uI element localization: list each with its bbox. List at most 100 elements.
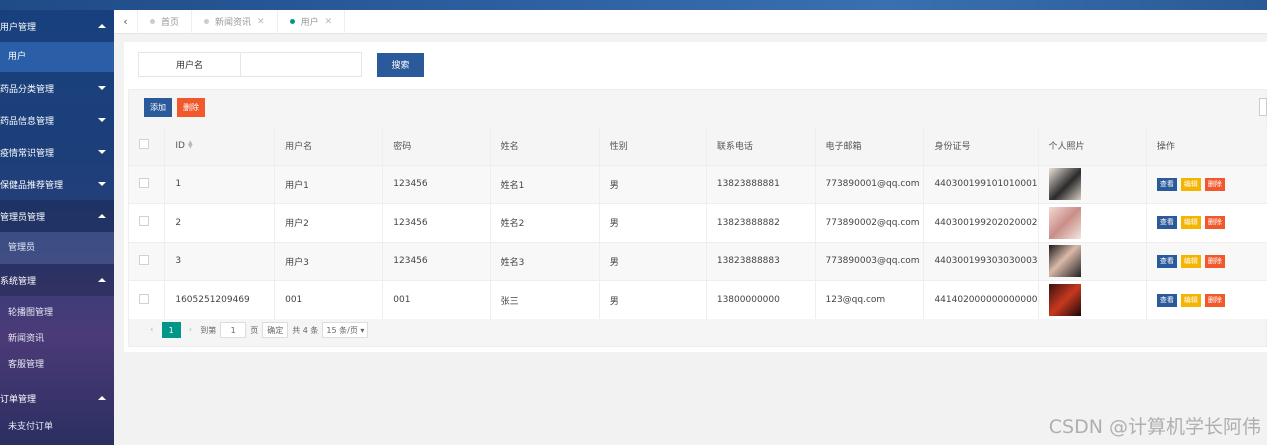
view-button[interactable]: 查看 (1156, 177, 1177, 191)
menu-group-label: 疫情常识管理 (0, 148, 55, 159)
close-icon[interactable]: ✕ (257, 17, 265, 27)
user-photo (1048, 206, 1081, 239)
sidebar-item-news[interactable]: 新闻资讯 (0, 326, 114, 352)
select-all-checkbox[interactable] (129, 127, 166, 165)
chevron-down-icon: ▾ (360, 325, 365, 335)
watermark: CSDN @计算机学长阿伟 (1048, 416, 1261, 438)
sidebar-item-label: 客服管理 (8, 360, 45, 370)
tab-scroll-left-button[interactable]: ‹ (114, 9, 138, 34)
sidebar-item-label: 新闻资讯 (8, 334, 45, 344)
sidebar-item-carousel[interactable]: 轮播图管理 (0, 300, 114, 326)
cell-name: 姓名1 (490, 164, 600, 204)
table-row: 3 用户3 123456 姓名3 男 13823888883 773890003… (129, 241, 1267, 281)
edit-button[interactable]: 编辑 (1180, 293, 1201, 307)
tab-label: 首页 (161, 18, 180, 28)
batch-delete-button[interactable]: 删除 (177, 98, 205, 117)
row-checkbox[interactable] (139, 216, 149, 227)
chevron-down-icon (98, 86, 106, 90)
delete-button[interactable]: 删除 (1204, 293, 1225, 307)
delete-button[interactable]: 删除 (1204, 254, 1225, 268)
cell-actions: 查看 编辑 删除 (1146, 241, 1267, 281)
tab-label: 新闻资讯 (215, 18, 252, 28)
row-checkbox[interactable] (139, 254, 149, 265)
right-edge-control[interactable] (1259, 98, 1267, 116)
tab-news[interactable]: 新闻资讯 ✕ (192, 9, 278, 34)
tab-label: 用户 (300, 18, 319, 28)
close-icon[interactable]: ✕ (325, 17, 333, 27)
column-header-name: 姓名 (490, 127, 600, 165)
page-number-input[interactable]: 1 (220, 322, 247, 338)
checkbox[interactable] (139, 139, 149, 150)
chevron-down-icon (98, 182, 106, 186)
confirm-page-button[interactable]: 确定 (262, 322, 289, 338)
cell-username: 用户1 (274, 164, 384, 204)
search-input[interactable] (241, 52, 362, 77)
row-checkbox[interactable] (139, 293, 149, 304)
column-header-username: 用户名 (274, 127, 384, 165)
edit-button[interactable]: 编辑 (1180, 216, 1201, 230)
menu-group-epidemic[interactable]: 疫情常识管理 (0, 136, 114, 168)
table-header-row: ID ▲ ▼ 用户名 密码 姓名 性别 联系电话 电子邮箱 身份证号 个人照片 操作 (129, 127, 1267, 165)
cell-email: 123@qq.com (815, 280, 925, 319)
cell-password: 001 (382, 280, 491, 319)
cell-email: 773890001@qq.com (815, 164, 925, 204)
delete-button[interactable]: 删除 (1204, 216, 1225, 230)
cell-idcard: 440300199101010001 (923, 164, 1039, 204)
top-banner (0, 0, 1267, 10)
menu-group-label: 管理员管理 (0, 212, 46, 223)
cell-id: 3 (164, 241, 276, 281)
cell-idcard: 440300199303030003 (923, 241, 1039, 281)
sidebar-item-service[interactable]: 客服管理 (0, 352, 114, 378)
menu-group-label: 用户管理 (0, 22, 37, 33)
table-toolbar: 添加 删除 (144, 98, 210, 117)
menu-group-user[interactable]: 用户管理 (0, 10, 114, 42)
cell-gender: 男 (599, 280, 707, 319)
menu-group-health-products[interactable]: 保健品推荐管理 (0, 168, 114, 200)
menu-group-system[interactable]: 系统管理 (0, 264, 114, 296)
sidebar-item-label: 管理员 (8, 243, 36, 253)
column-header-id[interactable]: ID ▲ ▼ (164, 127, 276, 165)
chevron-up-icon (98, 214, 106, 218)
chevron-up-icon (98, 396, 106, 400)
edit-button[interactable]: 编辑 (1180, 177, 1201, 191)
next-page-button[interactable]: › (189, 325, 193, 335)
page-size-select[interactable]: 15 条/页 ▾ (322, 322, 369, 338)
view-button[interactable]: 查看 (1156, 216, 1177, 230)
view-button[interactable]: 查看 (1156, 293, 1177, 307)
tab-user[interactable]: 用户 ✕ (278, 9, 346, 34)
page-button-current[interactable]: 1 (161, 322, 181, 338)
sort-icon[interactable]: ▲ ▼ (188, 139, 193, 149)
sidebar-item-label: 轮播图管理 (8, 308, 54, 318)
user-photo (1048, 284, 1081, 316)
row-checkbox[interactable] (139, 177, 149, 188)
tab-dot-icon (289, 19, 295, 24)
menu-group-label: 保健品推荐管理 (0, 180, 64, 191)
menu-group-drug-info[interactable]: 药品信息管理 (0, 104, 114, 136)
delete-button[interactable]: 删除 (1204, 177, 1225, 191)
edit-button[interactable]: 编辑 (1180, 254, 1201, 268)
menu-group-drug-category[interactable]: 药品分类管理 (0, 72, 114, 104)
table-row: 2 用户2 123456 姓名2 男 13823888882 773890002… (129, 203, 1267, 242)
cell-password: 123456 (382, 164, 491, 204)
prev-page-button[interactable]: ‹ (150, 325, 154, 335)
page-size-value: 15 条/页 (326, 325, 358, 335)
column-header-phone: 联系电话 (706, 127, 816, 165)
sidebar-item-label: 用户 (8, 52, 27, 62)
menu-group-label: 药品分类管理 (0, 84, 55, 95)
search-button[interactable]: 搜索 (377, 52, 424, 77)
cell-username: 用户2 (274, 203, 384, 242)
total-count: 共 4 条 (292, 325, 319, 335)
goto-label: 到第 (200, 325, 217, 335)
menu-group-admin[interactable]: 管理员管理 (0, 200, 114, 232)
sidebar-item-user[interactable]: 用户 (0, 42, 114, 72)
menu-group-label: 订单管理 (0, 394, 37, 405)
tab-home[interactable]: 首页 (138, 9, 193, 34)
sidebar-item-admin[interactable]: 管理员 (0, 232, 114, 264)
sidebar-item-unpaid-order[interactable]: 未支付订单 (0, 414, 114, 440)
add-button[interactable]: 添加 (144, 98, 172, 117)
cell-username: 001 (274, 280, 384, 319)
view-button[interactable]: 查看 (1156, 254, 1177, 268)
menu-group-order[interactable]: 订单管理 (0, 382, 114, 414)
chevron-down-icon (98, 118, 106, 122)
chevron-up-icon (98, 278, 106, 282)
